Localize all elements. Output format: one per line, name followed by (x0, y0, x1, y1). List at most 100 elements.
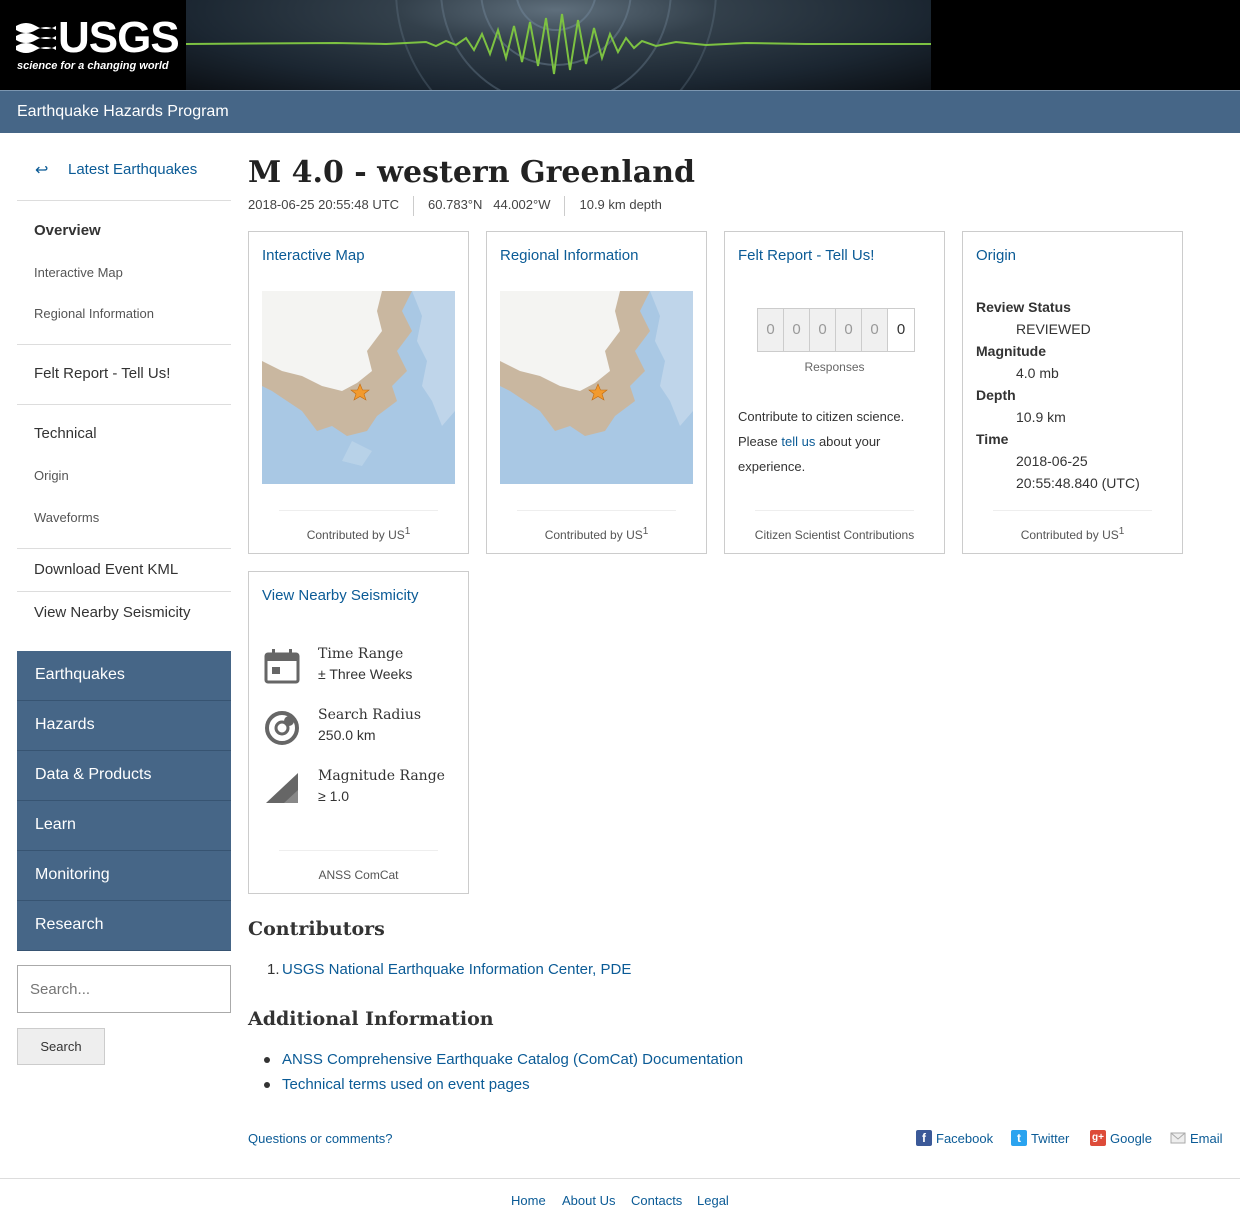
facebook-icon: f (916, 1130, 932, 1146)
contributed-by: Contributed by US (544, 528, 643, 542)
google-link[interactable]: Google (1110, 1131, 1152, 1146)
search-radius-label: Search Radius (318, 707, 422, 723)
latest-earthquakes-label: Latest Earthquakes (68, 161, 198, 178)
footer-divider (0, 1178, 1240, 1179)
sidebar-item-origin[interactable]: Origin (34, 468, 69, 483)
logo-wordmark: USGS (58, 13, 180, 62)
footer-link-about-us[interactable]: About Us (562, 1193, 615, 1208)
felt-text-line-1: Contribute to citizen science. (738, 409, 905, 424)
google-plus-icon: g+ (1090, 1130, 1106, 1146)
card-footer: Contributed by US1 (963, 526, 1182, 542)
program-title[interactable]: Earthquake Hazards Program (17, 103, 229, 121)
questions-link[interactable]: Questions or comments? (248, 1131, 393, 1146)
event-longitude: 44.002°W (493, 197, 551, 213)
technical-terms-link[interactable]: Technical terms used on event pages (282, 1076, 530, 1093)
footnote-ref: 1 (642, 526, 649, 537)
seismogram-banner (186, 0, 931, 90)
counter-digit: 0 (784, 309, 810, 351)
calendar-icon (264, 649, 300, 684)
sidebar-item-download-kml[interactable]: Download Event KML (34, 561, 178, 578)
interactive-map-card-title[interactable]: Interactive Map (262, 247, 365, 264)
sidebar-item-technical[interactable]: Technical (34, 425, 97, 442)
responses-label: Responses (804, 360, 865, 374)
search-button[interactable]: Search (17, 1028, 105, 1065)
time-date: 2018-06-25 (1016, 453, 1088, 469)
divider (17, 404, 231, 405)
bullet (264, 1057, 270, 1063)
divider (993, 510, 1152, 511)
page-title: M 4.0 - western Greenland (248, 155, 696, 190)
bullet (264, 1082, 270, 1088)
origin-details: Review Status REVIEWED Magnitude 4.0 mb … (976, 299, 1140, 497)
event-depth: 10.9 km depth (579, 197, 662, 213)
list-number: 1. (267, 961, 280, 978)
origin-card: Origin Review Status REVIEWED Magnitude … (962, 231, 1183, 554)
felt-report-card-title[interactable]: Felt Report - Tell Us! (738, 247, 874, 264)
map-image-icon (500, 291, 693, 484)
footer-link-contacts[interactable]: Contacts (631, 1193, 682, 1208)
facebook-link[interactable]: Facebook (936, 1131, 993, 1146)
divider (279, 510, 438, 511)
felt-report-card: Felt Report - Tell Us! 0 0 0 0 0 0 Respo… (724, 231, 945, 554)
magnitude-range-value: ≥ 1.0 (318, 788, 350, 804)
divider (517, 510, 676, 511)
sidebar-item-interactive-map[interactable]: Interactive Map (34, 265, 123, 280)
counter-digit: 0 (862, 309, 888, 351)
event-time: 2018-06-25 20:55:48 UTC (248, 197, 400, 213)
section-nav-earthquakes[interactable]: Earthquakes (17, 651, 231, 701)
divider (413, 196, 415, 216)
section-nav-research[interactable]: Research (17, 901, 231, 951)
footer-link-home[interactable]: Home (511, 1193, 546, 1208)
section-nav-hazards[interactable]: Hazards (17, 701, 231, 751)
review-status-label: Review Status (976, 299, 1071, 315)
section-nav-monitoring[interactable]: Monitoring (17, 851, 231, 901)
comcat-documentation-link[interactable]: ANSS Comprehensive Earthquake Catalog (C… (282, 1051, 743, 1068)
program-bar: Earthquake Hazards Program (0, 90, 1240, 133)
sidebar-item-regional-information[interactable]: Regional Information (34, 306, 154, 321)
felt-text-line-2b: about your (815, 434, 881, 449)
counter-digit: 0 (758, 309, 784, 351)
footnote-ref: 1 (404, 526, 411, 537)
counter-digit: 0 (836, 309, 862, 351)
nearby-seismicity-card-title[interactable]: View Nearby Seismicity (262, 587, 418, 604)
seismogram-wave-icon (186, 0, 931, 90)
contributed-by: Contributed by US (306, 528, 405, 542)
contributed-by: Contributed by US (1020, 528, 1119, 542)
sidebar-item-view-nearby[interactable]: View Nearby Seismicity (34, 604, 190, 621)
twitter-link[interactable]: Twitter (1031, 1131, 1069, 1146)
card-footer: Citizen Scientist Contributions (754, 528, 915, 542)
site-header: USGS science for a changing world (0, 0, 1240, 90)
sidebar-item-overview[interactable]: Overview (34, 222, 101, 239)
regional-map-thumbnail[interactable] (500, 291, 693, 484)
magnitude-value: 4.0 mb (1016, 365, 1059, 381)
search-radius-row: Search Radius 250.0 km (262, 707, 462, 757)
email-link[interactable]: Email (1190, 1131, 1223, 1146)
event-map-thumbnail[interactable] (262, 291, 455, 484)
magnitude-ramp-icon (266, 773, 298, 803)
felt-text-line-3: experience. (738, 459, 806, 474)
tell-us-link[interactable]: tell us (781, 434, 815, 449)
origin-card-title[interactable]: Origin (976, 247, 1016, 264)
card-footer: ANSS ComCat (318, 868, 399, 882)
divider (17, 200, 231, 201)
counter-digit: 0 (810, 309, 836, 351)
divider (17, 344, 231, 345)
magnitude-label: Magnitude (976, 343, 1046, 359)
section-nav-learn[interactable]: Learn (17, 801, 231, 851)
regional-information-card-title[interactable]: Regional Information (500, 247, 638, 264)
review-status-value: REVIEWED (1016, 321, 1091, 337)
time-clock: 20:55:48.840 (UTC) (1016, 475, 1140, 491)
regional-information-card: Regional Information Contributed by US1 (486, 231, 707, 554)
section-nav: Earthquakes Hazards Data & Products Lear… (17, 651, 231, 951)
section-nav-data-products[interactable]: Data & Products (17, 751, 231, 801)
sidebar-item-waveforms[interactable]: Waveforms (34, 510, 99, 525)
logo-tagline: science for a changing world (17, 60, 169, 72)
footer-link-legal[interactable]: Legal (697, 1193, 729, 1208)
footnote-ref: 1 (1118, 526, 1125, 537)
usgs-logo[interactable]: USGS science for a changing world (0, 0, 186, 90)
contributor-link[interactable]: USGS National Earthquake Information Cen… (282, 961, 631, 978)
sidebar-item-felt-report[interactable]: Felt Report - Tell Us! (34, 365, 170, 382)
nearby-seismicity-card: View Nearby Seismicity Time Range ± Thre… (248, 571, 469, 894)
additional-information-heading: Additional Information (248, 1008, 494, 1030)
search-input[interactable] (17, 965, 231, 1013)
